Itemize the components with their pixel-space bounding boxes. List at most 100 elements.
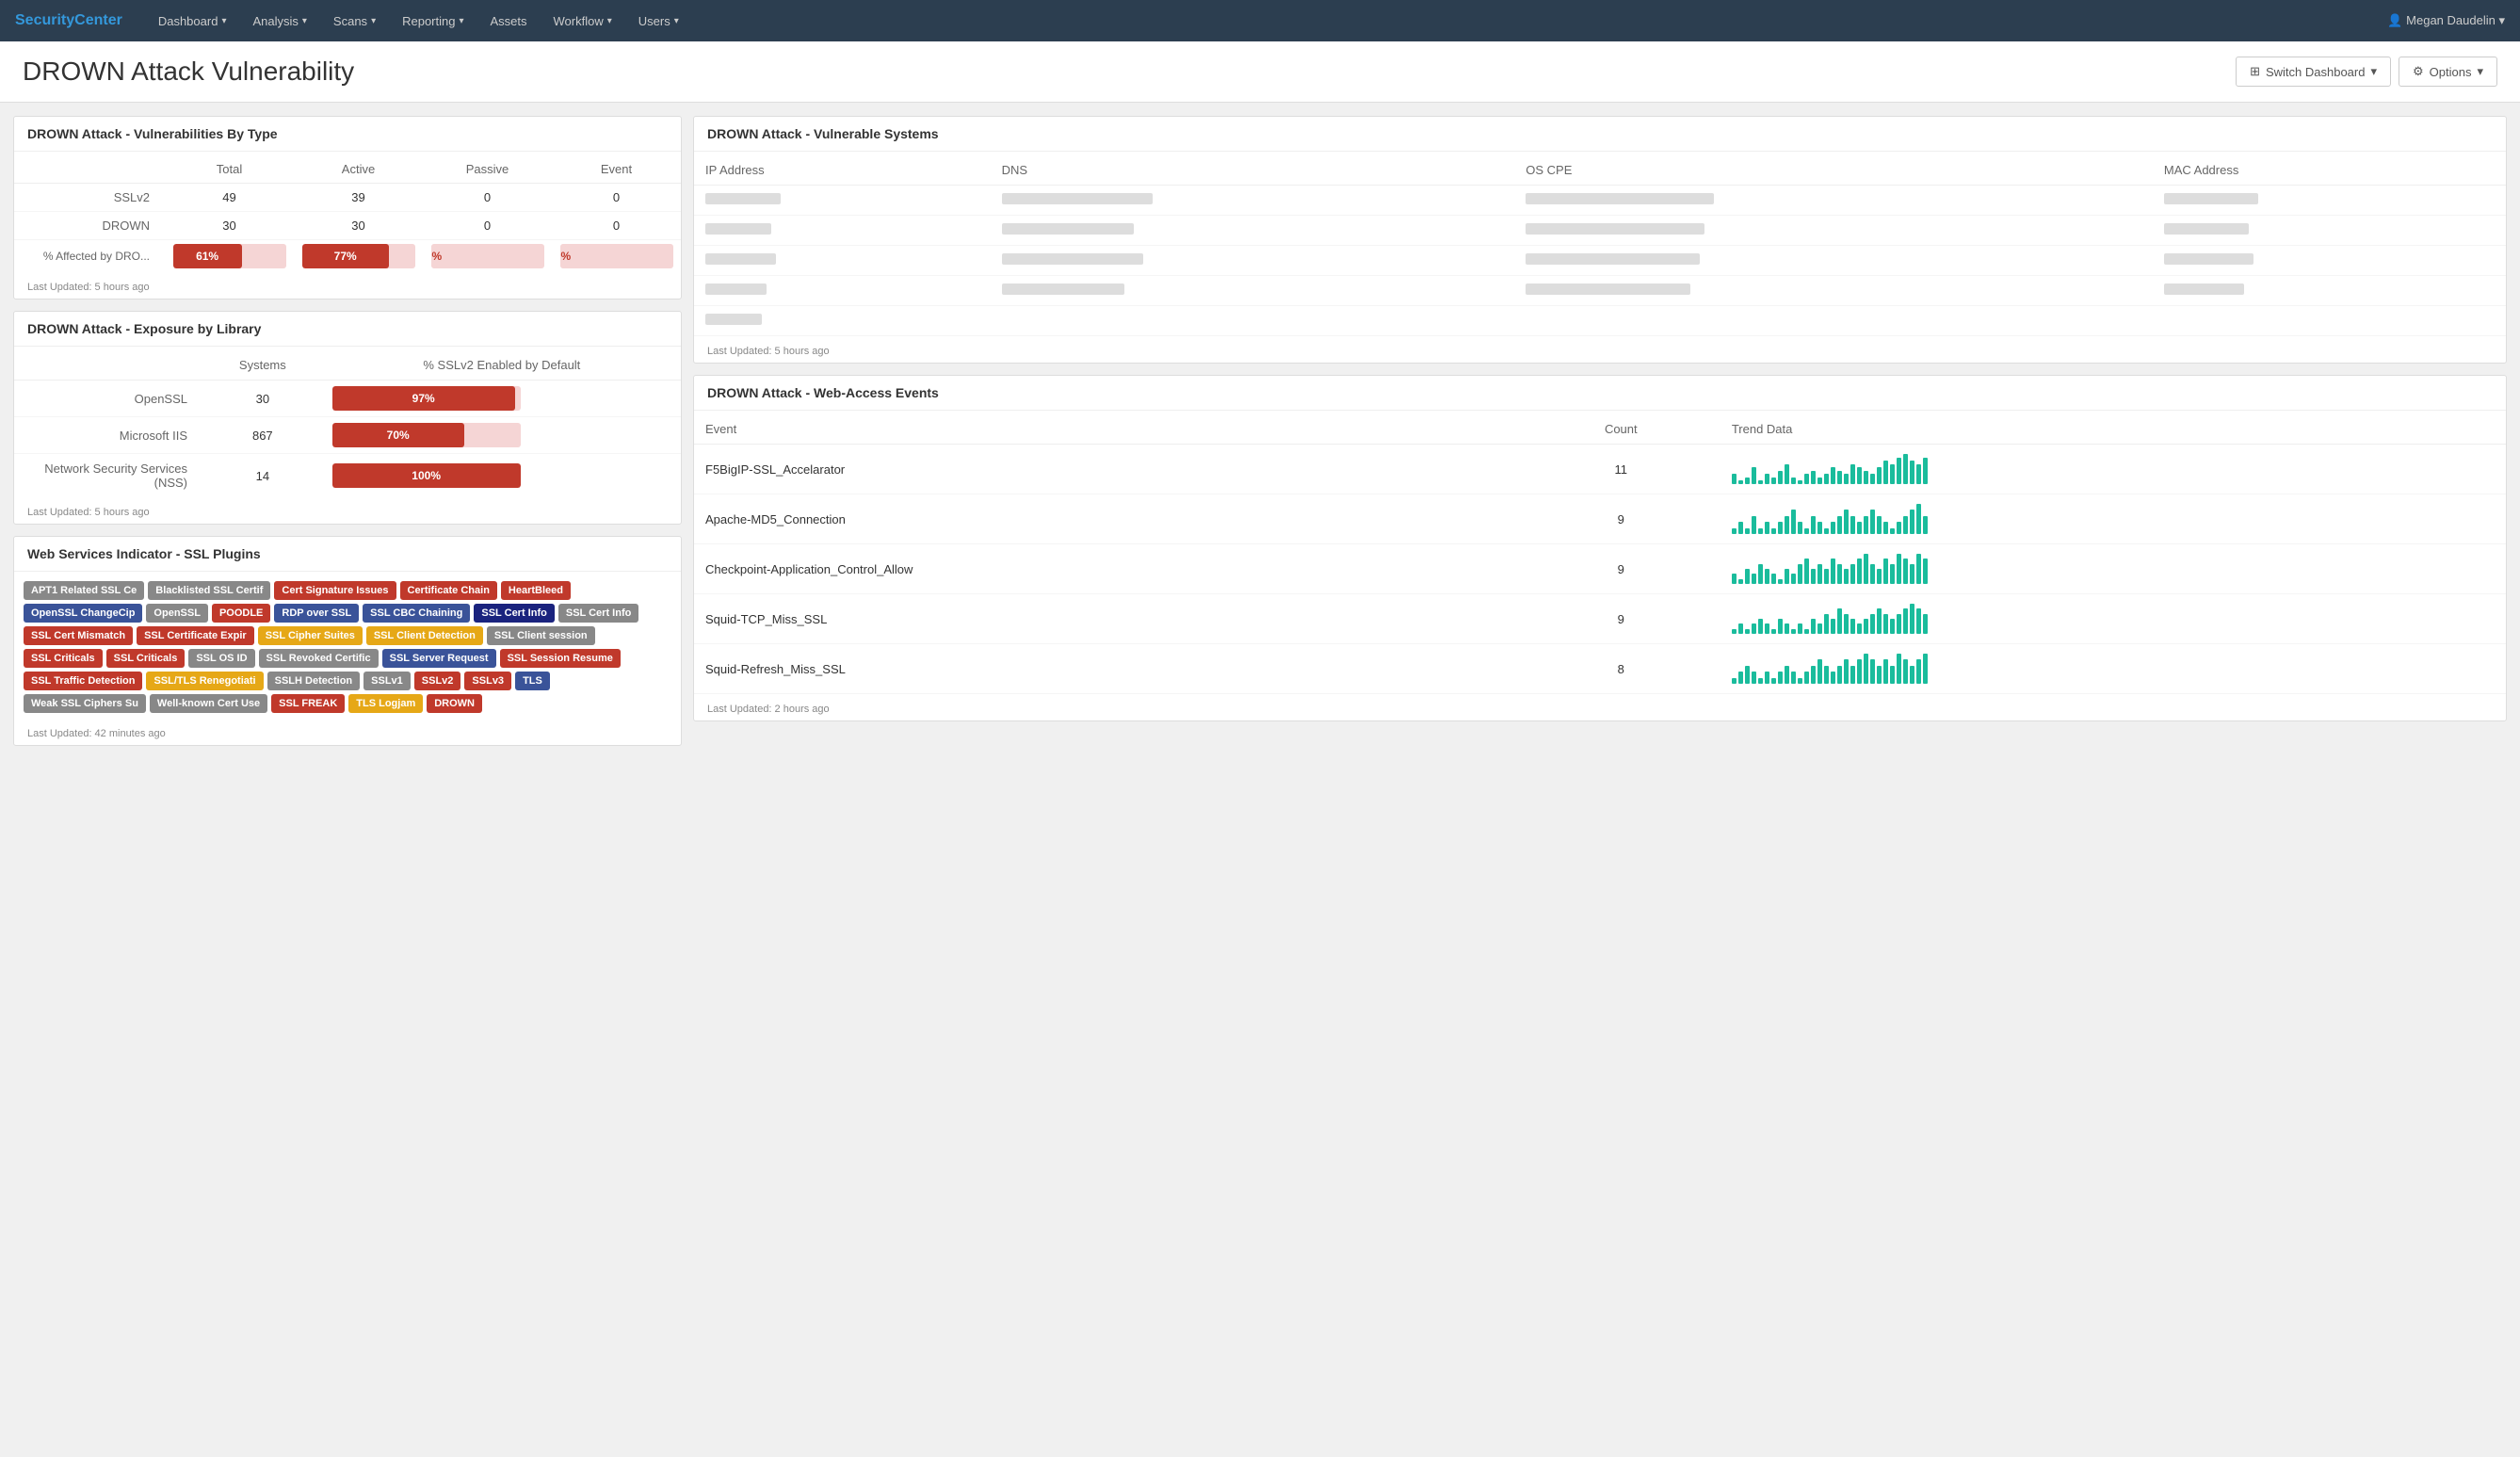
trend-bar	[1923, 559, 1928, 584]
trend-bar	[1910, 510, 1914, 534]
trend-bar	[1785, 623, 1789, 634]
ssl-tag[interactable]: SSL/TLS Renegotiati	[146, 672, 263, 690]
ssl-tag[interactable]: SSL Criticals	[106, 649, 186, 668]
ssl-tag[interactable]: SSL FREAK	[271, 694, 345, 713]
trend-bar	[1752, 516, 1756, 534]
nav-workflow[interactable]: Workflow ▾	[541, 0, 625, 41]
ssl-tag[interactable]: DROWN	[427, 694, 482, 713]
trend-bar	[1811, 619, 1816, 634]
switch-dashboard-button[interactable]: ⊞ Switch Dashboard ▾	[2236, 57, 2391, 87]
trend-bar	[1864, 471, 1868, 484]
ssl-plugins-title: Web Services Indicator - SSL Plugins	[14, 537, 681, 572]
ssl-tag[interactable]: SSL Server Request	[382, 649, 496, 668]
brand-logo[interactable]: SecurityCenter	[15, 12, 122, 29]
trend-bar	[1897, 614, 1901, 634]
trend-bar	[1811, 471, 1816, 484]
ssl-tag[interactable]: SSL Cert Info	[474, 604, 554, 623]
ssl-tag[interactable]: SSL CBC Chaining	[363, 604, 470, 623]
trend-bar	[1910, 604, 1914, 634]
trend-bar	[1765, 672, 1769, 684]
trend-bar	[1870, 659, 1875, 684]
trend-bar	[1831, 559, 1835, 584]
nav-reporting[interactable]: Reporting ▾	[389, 0, 477, 41]
nav-analysis[interactable]: Analysis ▾	[239, 0, 319, 41]
trend-bar	[1758, 528, 1763, 534]
ssl-tag[interactable]: SSLv2	[414, 672, 461, 690]
trend-bar	[1738, 579, 1743, 584]
col-event: Event	[552, 155, 681, 184]
trend-bar	[1745, 528, 1750, 534]
ssl-tag[interactable]: APT1 Related SSL Ce	[24, 581, 144, 600]
exposure-table: Systems % SSLv2 Enabled by Default OpenS…	[14, 350, 681, 497]
ssl-tag[interactable]: Cert Signature Issues	[274, 581, 396, 600]
nav-assets[interactable]: Assets	[477, 0, 541, 41]
trend-bar	[1844, 510, 1849, 534]
ssl-tag[interactable]: OpenSSL ChangeCip	[24, 604, 142, 623]
ssl-tag[interactable]: POODLE	[212, 604, 270, 623]
trend-bar	[1752, 672, 1756, 684]
trend-bar	[1817, 623, 1822, 634]
trend-bar	[1817, 564, 1822, 584]
trend-bar	[1864, 516, 1868, 534]
trend-bar	[1738, 480, 1743, 484]
trend-bar	[1817, 478, 1822, 484]
trend-bar	[1910, 461, 1914, 484]
trend-bar	[1837, 516, 1842, 534]
table-row: Checkpoint-Application_Control_Allow9	[694, 544, 2506, 594]
ssl-tag[interactable]: SSL Cipher Suites	[258, 626, 363, 645]
ssl-tag[interactable]: SSL Cert Mismatch	[24, 626, 133, 645]
trend-bar	[1804, 559, 1809, 584]
exposure-panel: DROWN Attack - Exposure by Library Syste…	[13, 311, 682, 525]
trend-bar	[1745, 629, 1750, 634]
options-button[interactable]: ⚙ Options ▾	[2399, 57, 2497, 87]
table-row: Microsoft IIS 867 70%	[14, 417, 681, 454]
ssl-tag[interactable]: TLS	[515, 672, 550, 690]
trend-bar	[1910, 666, 1914, 684]
trend-bar	[1745, 478, 1750, 484]
trend-bar	[1771, 478, 1776, 484]
ssl-tag[interactable]: SSLv3	[464, 672, 511, 690]
ssl-tag[interactable]: SSL Revoked Certific	[259, 649, 379, 668]
trend-bar	[1857, 559, 1862, 584]
ssl-tag[interactable]: SSLH Detection	[267, 672, 361, 690]
ssl-tag[interactable]: Well-known Cert Use	[150, 694, 267, 713]
ssl-tag[interactable]: SSL OS ID	[188, 649, 254, 668]
ssl-tag[interactable]: SSL Cert Info	[558, 604, 638, 623]
trend-bar	[1824, 666, 1829, 684]
trend-bar	[1824, 528, 1829, 534]
main-content: DROWN Attack - Vulnerabilities By Type T…	[0, 103, 2520, 759]
nav-dashboard[interactable]: Dashboard ▾	[145, 0, 240, 41]
ssl-tag[interactable]: SSL Traffic Detection	[24, 672, 142, 690]
nav-users[interactable]: Users ▾	[625, 0, 692, 41]
trend-bar	[1897, 522, 1901, 534]
table-row	[694, 246, 2506, 276]
vuln-by-type-title: DROWN Attack - Vulnerabilities By Type	[14, 117, 681, 152]
trend-bar	[1850, 619, 1855, 634]
trend-bar	[1811, 569, 1816, 584]
ssl-tag[interactable]: HeartBleed	[501, 581, 571, 600]
trend-bar	[1752, 623, 1756, 634]
ssl-tag[interactable]: RDP over SSL	[274, 604, 359, 623]
user-menu[interactable]: 👤 Megan Daudelin ▾	[2387, 13, 2505, 28]
ssl-tag[interactable]: OpenSSL	[146, 604, 208, 623]
chevron-down-icon: ▾	[221, 16, 226, 26]
ssl-tag[interactable]: TLS Logjam	[348, 694, 423, 713]
ssl-tag[interactable]: Weak SSL Ciphers Su	[24, 694, 146, 713]
trend-bar	[1765, 474, 1769, 484]
col-passive: Passive	[423, 155, 552, 184]
table-row	[694, 276, 2506, 306]
ssl-tag[interactable]: Blacklisted SSL Certif	[148, 581, 270, 600]
table-row: Apache-MD5_Connection9	[694, 494, 2506, 544]
trend-bar	[1870, 510, 1875, 534]
nav-scans[interactable]: Scans ▾	[320, 0, 389, 41]
ssl-tag[interactable]: SSL Session Resume	[500, 649, 621, 668]
ssl-tag[interactable]: SSL Client session	[487, 626, 595, 645]
table-row: Squid-TCP_Miss_SSL9	[694, 594, 2506, 644]
ssl-tag[interactable]: SSLv1	[363, 672, 411, 690]
trend-bar	[1903, 559, 1908, 584]
trend-bar	[1817, 659, 1822, 684]
ssl-tag[interactable]: SSL Criticals	[24, 649, 103, 668]
ssl-tag[interactable]: Certificate Chain	[400, 581, 497, 600]
ssl-tag[interactable]: SSL Certificate Expir	[137, 626, 254, 645]
ssl-tag[interactable]: SSL Client Detection	[366, 626, 483, 645]
